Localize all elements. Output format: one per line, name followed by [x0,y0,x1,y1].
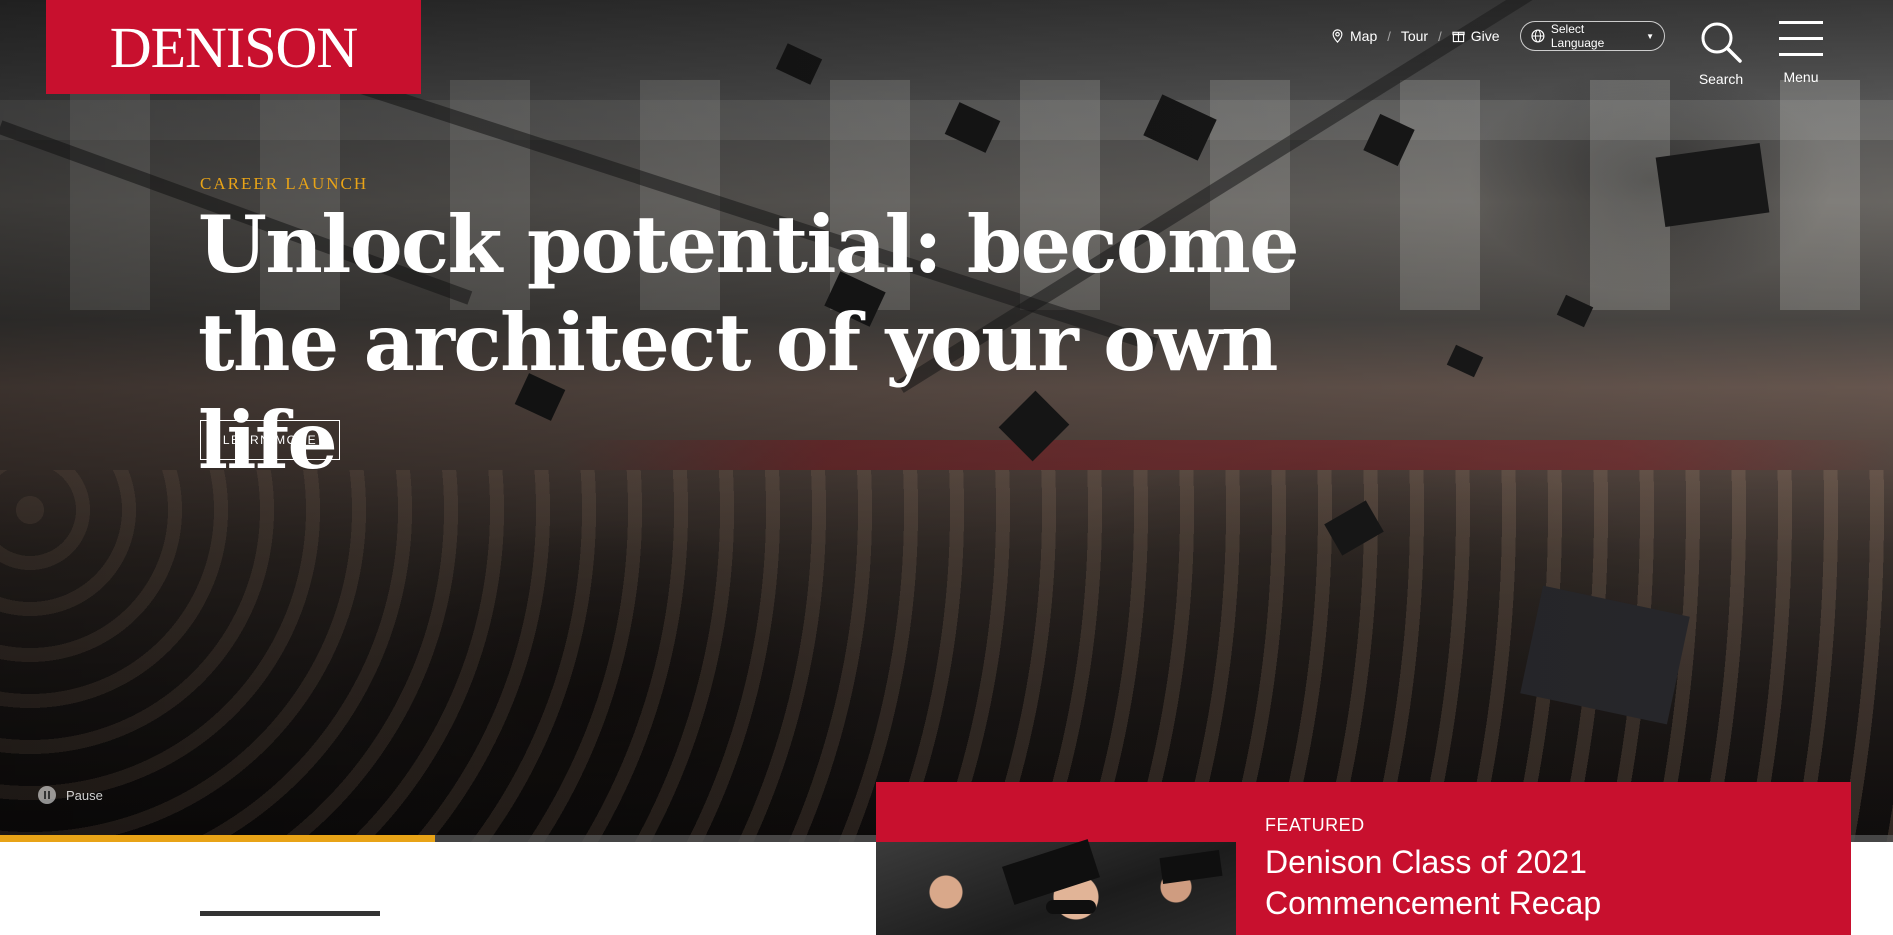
menu-label: Menu [1783,69,1819,85]
give-link[interactable]: Give [1452,28,1500,44]
tour-label: Tour [1400,28,1429,44]
learn-more-button[interactable]: LEARN MORE [200,420,340,460]
globe-icon [1531,29,1545,43]
utility-nav: Map / Tour / Give [1331,22,1500,50]
slide-progress-fill [0,835,436,842]
featured-title[interactable]: Denison Class of 2021 Commencement Recap [1265,842,1825,924]
headline-line-1: Unlock potential: become [198,198,1300,291]
sunglasses [1046,900,1096,914]
hamburger-icon [1779,21,1823,56]
pause-label: Pause [66,787,103,803]
chevron-down-icon: ▼ [1646,31,1654,41]
language-select[interactable]: Select Language ▼ [1520,21,1665,51]
search-label: Search [1698,71,1744,87]
search-icon [1701,22,1742,63]
gift-icon [1452,31,1465,43]
hero-eyebrow: CAREER LAUNCH [200,174,369,193]
menu-button[interactable]: Menu [1773,20,1829,86]
map-link[interactable]: Map [1331,28,1377,44]
headline-line-2: the architect of your own life [198,296,1278,487]
pause-icon [38,786,56,804]
hero-headline: Unlock potential: become the architect o… [198,196,1398,490]
pause-button[interactable]: Pause [38,786,103,804]
graduation-cap [1002,839,1100,905]
denison-logo[interactable]: DENISON [46,0,421,94]
give-label: Give [1470,28,1500,44]
featured-card[interactable]: FEATURED Denison Class of 2021 Commencem… [876,782,1851,935]
featured-label: FEATURED [1265,815,1365,835]
featured-thumbnail [876,839,1236,935]
search-button[interactable]: Search [1695,20,1747,87]
language-label: Select Language [1550,22,1605,50]
nav-divider: / [1387,28,1391,44]
logo-text: DENISON [109,14,359,80]
section-divider [200,911,380,916]
map-pin-icon [1332,29,1343,43]
graduation-cap [1159,849,1223,885]
nav-divider: / [1438,28,1442,44]
map-label: Map [1350,28,1378,44]
tour-link[interactable]: Tour [1401,28,1428,44]
